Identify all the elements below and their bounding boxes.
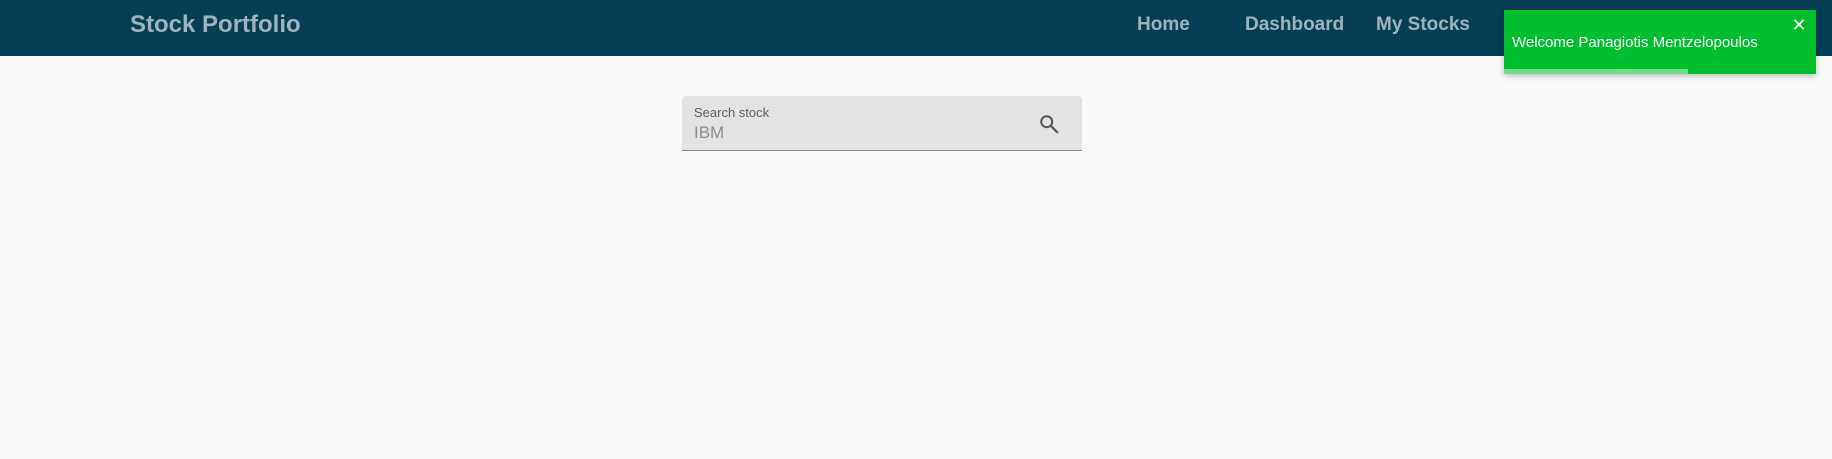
app-brand[interactable]: Stock Portfolio [130,11,301,39]
search-field[interactable]: Search stock [682,96,1082,151]
nav-link-my-stocks[interactable]: My Stocks [1376,14,1470,36]
search-input[interactable] [694,122,1024,144]
nav-link-dashboard[interactable]: Dashboard [1245,14,1344,36]
search-icon[interactable] [1038,113,1060,135]
nav-link-home[interactable]: Home [1137,14,1190,36]
toast-message: Welcome Panagiotis Mentzelopoulos [1512,34,1758,51]
close-icon[interactable]: ✕ [1790,16,1808,34]
toast-progress-bar [1504,69,1689,74]
search-label: Search stock [694,105,770,120]
welcome-toast: Welcome Panagiotis Mentzelopoulos ✕ [1504,10,1816,74]
